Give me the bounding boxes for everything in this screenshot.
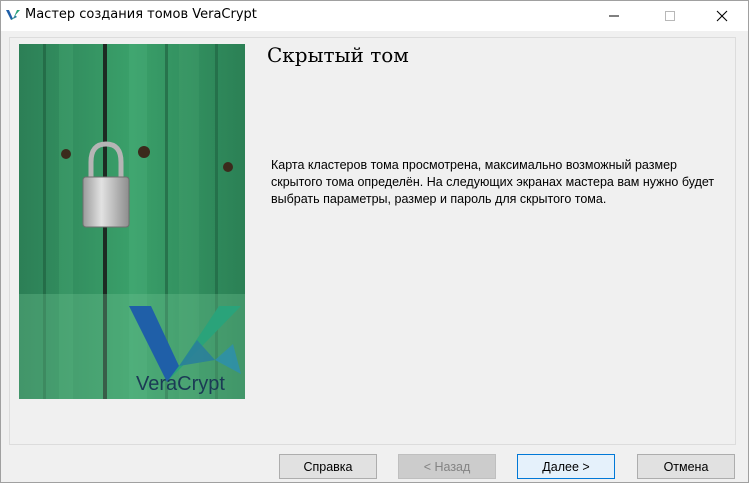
- minimize-icon: [609, 15, 619, 17]
- logo-text: VeraCrypt: [136, 373, 225, 395]
- close-button[interactable]: [699, 1, 745, 31]
- back-button[interactable]: < Назад: [398, 454, 496, 479]
- padlock-door-image: VeraCrypt: [19, 44, 245, 399]
- maximize-icon: [665, 11, 675, 21]
- help-button[interactable]: Справка: [279, 454, 377, 479]
- wizard-window: Мастер создания томов VeraCrypt VeraCryp…: [0, 0, 749, 483]
- wizard-side-image: VeraCrypt: [19, 44, 245, 399]
- page-title: Скрытый том: [267, 43, 409, 67]
- next-button[interactable]: Далее >: [517, 454, 615, 479]
- cancel-button[interactable]: Отмена: [637, 454, 735, 479]
- close-icon: [716, 10, 728, 22]
- title-bar[interactable]: Мастер создания томов VeraCrypt: [1, 1, 748, 31]
- veracrypt-icon: [6, 10, 20, 20]
- maximize-button[interactable]: [647, 1, 693, 31]
- minimize-button[interactable]: [591, 1, 637, 31]
- info-text: Карта кластеров тома просмотрена, максим…: [271, 158, 715, 206]
- window-title: Мастер создания томов VeraCrypt: [25, 7, 257, 22]
